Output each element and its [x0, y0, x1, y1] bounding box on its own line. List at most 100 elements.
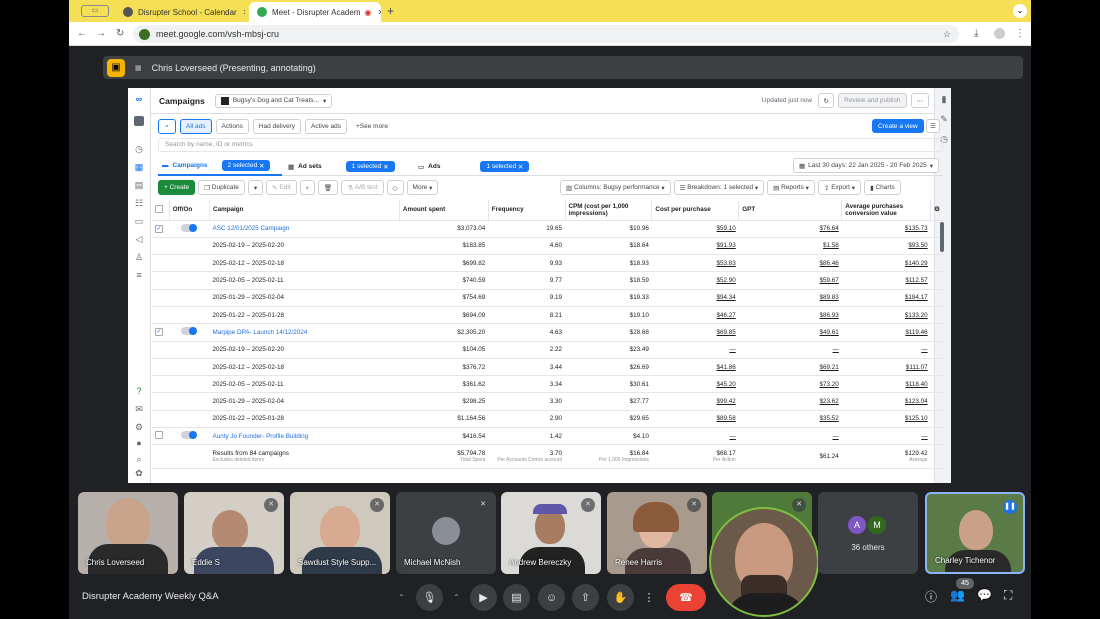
new-tab-icon[interactable]: + — [387, 4, 394, 18]
column-header-amount-spent[interactable]: Amount spent — [399, 200, 489, 221]
notifications-icon[interactable]: ✉ — [134, 404, 144, 414]
row-checkbox[interactable] — [152, 427, 170, 446]
account-icon[interactable] — [134, 116, 144, 126]
participant-tile[interactable]: ✕ Andrew Bereczky — [501, 492, 601, 574]
date-range-picker[interactable]: ▦ Last 30 days: 22 Jan 2025 - 20 Feb 2025… — [793, 158, 939, 173]
present-button[interactable]: ⇧ — [572, 584, 599, 611]
campaign-row[interactable]: ✓ Marpipe DPA- Launch 14/12/2024 $2,305.20… — [152, 323, 943, 342]
search-input[interactable]: Search by name, ID or metrics — [158, 138, 943, 152]
row-checkbox[interactable] — [152, 392, 170, 411]
column-header-cpm[interactable]: CPM (cost per 1,000 impressions) — [565, 200, 653, 221]
search-icon[interactable]: ⌕ — [134, 454, 144, 464]
breakdown-row[interactable]: 2025-01-29 – 2025-02-04 $754.69 9.19 $19.33… — [152, 289, 943, 307]
menu-icon[interactable]: ≡ — [134, 270, 144, 280]
captions-button[interactable]: ▤ — [503, 584, 530, 611]
info-icon[interactable]: ⓘ — [925, 588, 937, 605]
selection-badge[interactable]: 1 selected ✕ — [480, 161, 530, 172]
forward-icon[interactable]: → — [96, 28, 106, 39]
row-toggle[interactable] — [169, 427, 210, 446]
table-scrollbar[interactable] — [940, 222, 944, 252]
help-icon[interactable]: ? — [134, 386, 144, 396]
row-toggle[interactable] — [169, 271, 210, 290]
chat-icon[interactable]: 💬 — [977, 588, 992, 602]
more-options-button[interactable]: ⋯ — [910, 93, 929, 108]
bookmark-star-icon[interactable]: ☆ — [943, 29, 951, 40]
tag-icon[interactable]: ◇ — [386, 180, 404, 195]
row-toggle[interactable] — [169, 341, 210, 359]
row-checkbox[interactable] — [152, 358, 170, 377]
tab-campaigns[interactable]: ▬ Campaigns 2 selected ✕ — [158, 157, 282, 176]
column-settings-icon[interactable]: ⚙ — [930, 200, 943, 221]
bug-icon[interactable]: ✿ — [134, 468, 144, 478]
selection-badge[interactable]: 2 selected ✕ — [221, 160, 271, 171]
mic-button[interactable]: 🎙 — [416, 584, 443, 611]
campaign-row[interactable]: ✓ ASC 12/01/2025 Campaign $3,073.04 19.65 $1… — [152, 220, 943, 238]
column-header-cost-per-purchase[interactable]: Cost per purchase — [651, 200, 740, 221]
breakdown-row[interactable]: 2025-02-12 – 2025-02-18 $699.82 9.93 $18.93… — [152, 254, 943, 273]
filter-all-ads[interactable]: All ads — [180, 119, 212, 134]
campaign-name[interactable]: ASC 12/01/2025 Campaign — [209, 220, 400, 238]
page-icon[interactable]: ▤ — [134, 180, 144, 190]
create-view-button[interactable]: Create a view — [872, 119, 924, 133]
account-selector[interactable]: Bugsy's Dog and Cat Treats... ▾ — [214, 93, 333, 108]
filter-settings-icon[interactable]: ☰ — [926, 119, 940, 133]
tab-meet[interactable]: Meet - Disrupter Academ ◉ ✕ — [249, 2, 381, 22]
row-toggle[interactable] — [169, 358, 210, 377]
download-icon[interactable]: ⤓ — [974, 28, 978, 39]
leave-call-button[interactable]: ☎ — [666, 584, 706, 611]
filter-active-ads[interactable]: Active ads — [304, 119, 347, 134]
campaign-row[interactable]: Aunty Jo Founder- Profile Building $416.5… — [152, 427, 943, 446]
select-all-checkbox[interactable] — [152, 200, 170, 221]
row-toggle[interactable] — [169, 392, 210, 411]
back-icon[interactable]: ← — [77, 28, 87, 39]
audience-icon[interactable]: ☷ — [134, 198, 144, 208]
participant-tile[interactable]: ✕ Sawdust Style Supp... — [290, 492, 390, 574]
filter-see-more[interactable]: + See more — [350, 119, 393, 134]
column-header-campaign[interactable]: Campaign — [209, 200, 400, 221]
settings-icon[interactable]: ⚙ — [134, 422, 144, 432]
create-button[interactable]: + Create — [158, 180, 196, 195]
reports-button[interactable]: ▤ Reports ▾ — [767, 180, 815, 195]
reload-icon[interactable]: ↻ — [116, 28, 124, 39]
column-header-off-on[interactable]: Off/On — [169, 200, 211, 221]
filter-actions[interactable]: Actions — [215, 119, 249, 134]
row-checkbox[interactable] — [152, 289, 170, 307]
row-toggle[interactable] — [169, 410, 210, 429]
edit-dropdown[interactable]: ▾ — [299, 180, 315, 195]
table-icon[interactable]: ▦ — [134, 162, 144, 172]
tab-calendar[interactable]: Disrupter School - Calendar ✕ — [115, 2, 245, 22]
site-info-icon[interactable] — [139, 28, 150, 40]
chart-icon[interactable]: ▮ — [939, 94, 949, 104]
breakdown-row[interactable]: 2025-01-22 – 2025-01-28 $694.09 8.21 $19.10… — [152, 306, 943, 325]
refresh-button[interactable]: ↻ — [818, 93, 835, 108]
tab-search-icon[interactable]: ▭ — [81, 5, 109, 17]
row-toggle[interactable] — [169, 375, 210, 394]
row-toggle[interactable] — [169, 306, 210, 325]
row-toggle[interactable] — [169, 237, 210, 256]
alerts-icon[interactable]: ● — [134, 438, 144, 448]
others-tile[interactable]: A M 36 others — [818, 492, 918, 574]
participant-tile[interactable]: Chris Loverseed — [78, 492, 178, 574]
emoji-button[interactable]: ☺ — [538, 584, 565, 611]
breakdown-row[interactable]: 2025-01-22 – 2025-01-28 $1,164.56 2.90 $29.… — [152, 410, 943, 429]
participant-tile[interactable]: ✕ Renee Harris — [607, 492, 707, 574]
participant-tile[interactable]: ✕ Michael McNish — [396, 492, 496, 574]
breakdown-row[interactable]: 2025-02-19 – 2025-02-20 $183.85 4.60 $18.64… — [152, 237, 943, 256]
column-header-avg-conversion-value[interactable]: Average purchases conversion value — [841, 200, 932, 221]
breakdown-row[interactable]: 2025-02-12 – 2025-02-18 $376.72 3.44 $26.69… — [152, 358, 943, 377]
column-header-frequency[interactable]: Frequency — [488, 200, 566, 221]
people-icon[interactable]: 👥 — [950, 588, 965, 602]
row-checkbox[interactable] — [152, 271, 170, 290]
edit-icon[interactable]: ✎ — [939, 114, 949, 124]
row-checkbox[interactable] — [152, 341, 170, 359]
export-button[interactable]: ⇪ Export ▾ — [817, 180, 862, 195]
row-toggle[interactable] — [169, 220, 210, 238]
review-publish-button[interactable]: Review and publish — [838, 93, 907, 108]
search-icon[interactable]: ⌕ — [158, 119, 176, 134]
close-tab-icon[interactable]: ✕ — [371, 8, 381, 17]
breakdown-row[interactable]: 2025-02-05 – 2025-02-11 $740.59 9.77 $18.59… — [152, 271, 943, 290]
row-toggle[interactable] — [169, 323, 210, 342]
megaphone-icon[interactable]: ◁ — [134, 234, 144, 244]
people-icon[interactable]: ♙ — [134, 252, 144, 262]
breakdown-row[interactable]: 2025-02-05 – 2025-02-11 $361.62 3.34 $30.61… — [152, 375, 943, 394]
